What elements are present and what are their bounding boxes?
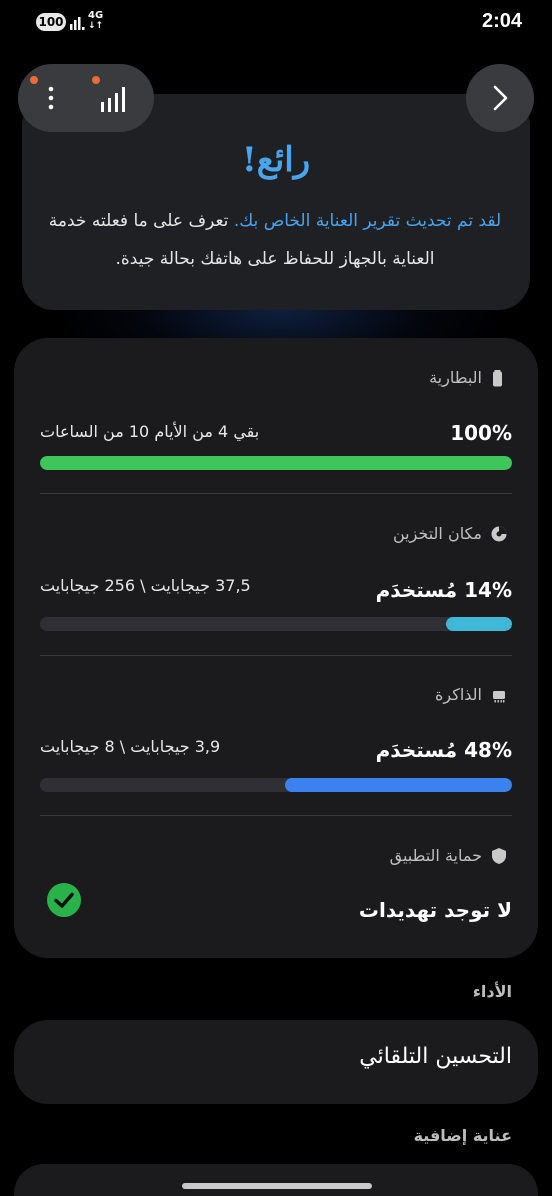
divider [40, 815, 512, 816]
battery-remaining: بقي 4 من الأيام 10 من الساعات [40, 422, 260, 441]
divider [40, 493, 512, 494]
extra-care-section-label: عناية إضافية [413, 1126, 512, 1145]
shield-icon [492, 847, 506, 864]
more-vertical-icon[interactable] [48, 86, 54, 110]
memory-chip-icon [493, 690, 505, 702]
protection-status: لا توجد تهديدات [358, 898, 512, 922]
care-report-link[interactable]: لقد تم تحديث تقرير العناية الخاص بك. [234, 211, 501, 231]
stats-notification-dot [92, 76, 100, 84]
extra-care-card[interactable] [14, 1164, 538, 1196]
memory-title: الذاكرة [435, 685, 482, 704]
clock: 2:04 [481, 10, 522, 32]
checkmark-icon [47, 883, 81, 917]
memory-usage: 3,9 جيجابايت \ 8 جيجابايت [40, 737, 221, 756]
battery-level-bar [40, 456, 512, 470]
battery-percent: 100% [450, 421, 512, 445]
hero-description: لقد تم تحديث تقرير العناية الخاص بك. تعر… [48, 211, 502, 269]
hero-title: رائع! [241, 140, 311, 180]
memory-section-header: الذاكرة [435, 685, 508, 704]
memory-level-fill [285, 778, 512, 792]
battery-icon [493, 369, 502, 386]
network-type-label: 4G ↓↑ [88, 10, 104, 32]
divider [40, 655, 512, 656]
storage-usage: 37,5 جيجابايت \ 256 جيجابايت [40, 576, 251, 595]
chevron-right-icon [493, 85, 508, 111]
memory-percent: 48% مُستخدَم [375, 738, 512, 762]
toolbar-pill [18, 64, 154, 132]
storage-level-bar [40, 617, 512, 631]
battery-section-header: البطارية [429, 368, 508, 387]
storage-section-header: مكان التخزين [393, 524, 508, 543]
performance-section-label: الأداء [472, 982, 512, 1001]
home-indicator [182, 1183, 372, 1189]
storage-level-fill [445, 617, 512, 631]
memory-level-bar [40, 778, 512, 792]
storage-title: مكان التخزين [392, 524, 482, 543]
battery-level-fill [40, 456, 512, 470]
signal-icon [70, 17, 85, 30]
stats-icon[interactable] [100, 86, 128, 112]
storage-percent: 14% مُستخدَم [375, 578, 512, 602]
auto-optimization-label: التحسين التلقائي [359, 1044, 512, 1069]
battery-title: البطارية [429, 368, 482, 387]
battery-status-icon: 100 [36, 13, 66, 31]
storage-pie-icon [491, 526, 507, 541]
app-protection-section-header: حماية التطبيق [390, 846, 508, 865]
status-bar: 100 4G ↓↑ 2:04 [0, 0, 552, 46]
more-notification-dot [30, 76, 38, 84]
next-button[interactable] [466, 64, 534, 132]
app-protection-title: حماية التطبيق [389, 846, 482, 865]
